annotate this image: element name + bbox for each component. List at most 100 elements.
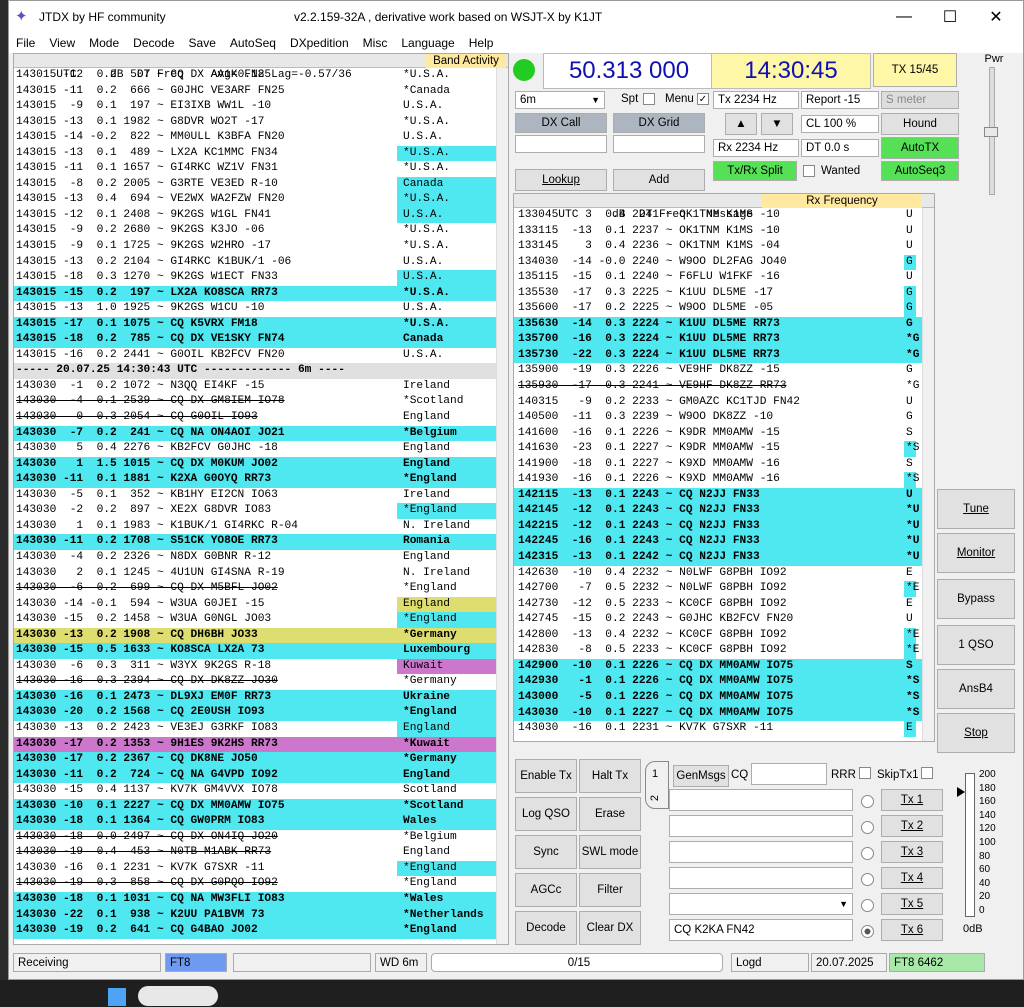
clear-dx-button[interactable]: Clear DX (579, 911, 641, 945)
autoseq-button[interactable]: AutoSeq3 (881, 161, 959, 181)
decode-row[interactable]: 143015 -11 0.1 1657 ~ GI4RKC WZ1V FN31 *U… (14, 161, 508, 177)
decode-row[interactable]: 143015 -18 0.2 785 ~ CQ DX VE1SKY FN74 Ca… (14, 332, 508, 348)
bypass-button[interactable]: Bypass (937, 579, 1015, 619)
decode-row[interactable]: 143015 -13 0.1 1982 ~ G8DVR WO2T -17 *U.S… (14, 115, 508, 131)
rx-decode-row[interactable]: 143000 -5 0.1 2226 ~ CQ DX MM0AMW IO75 *S (514, 689, 934, 706)
rx-frequency-panel[interactable]: UTC dB DT Freq Message Rx Frequency 1330… (513, 193, 935, 742)
decode-row[interactable]: 143030 -11 0.2 1708 ~ S51CK YO8OE RR73 Ro… (14, 534, 508, 550)
agcc-button[interactable]: AGCc (515, 873, 577, 907)
rx-frequency-scrollbar[interactable] (922, 208, 934, 741)
autotx-button[interactable]: AutoTX (881, 137, 959, 159)
decode-row[interactable]: 143030 -11 0.1 1881 ~ K2XA G0OYQ RR73 *En… (14, 472, 508, 488)
rx-decode-row[interactable]: 134030 -14 -0.0 2240 ~ W9OO DL2FAG JO40 G (514, 254, 934, 271)
rx-decode-row[interactable]: 142630 -10 0.4 2232 ~ N0LWF G8PBH IO92 E (514, 566, 934, 582)
tx2-radio[interactable] (861, 821, 874, 834)
decode-row[interactable]: 143015 -9 0.2 2680 ~ 9K2GS K3JO -06 *U.S.… (14, 223, 508, 239)
tx6-button[interactable]: Tx 6 (881, 919, 943, 941)
band-activity-panel[interactable]: UTC dB DT Freq Avg=0.18 Lag=-0.57/36 Ban… (13, 53, 509, 945)
genmsgs-button[interactable]: GenMsgs (673, 765, 729, 787)
dt-spin[interactable]: DT 0.0 s (801, 139, 879, 157)
wanted-checkbox[interactable] (803, 165, 815, 177)
cl-spin[interactable]: CL 100 % (801, 115, 879, 133)
tx5-button[interactable]: Tx 5 (881, 893, 943, 915)
decode-row[interactable]: 143030 0 0.3 2054 ~ CQ G0OIL IO93 England (14, 410, 508, 426)
rx-decode-row[interactable]: 142215 -12 0.1 2243 ~ CQ N2JJ FN33 *U (514, 518, 934, 535)
decode-row[interactable]: 143015 -12 0.2 507 ~ CQ DX AA1K FN25 *U.S… (14, 68, 508, 84)
decode-row[interactable]: 143030 -17 0.2 2367 ~ CQ DK8NE JO50 *Germ… (14, 752, 508, 768)
decode-row[interactable]: 143030 5 0.4 2276 ~ KB2FCV G0JHC -18 Engl… (14, 441, 508, 457)
rx-decode-row[interactable]: 133115 -13 0.1 2237 ~ OK1TNM K1MS -10 U (514, 224, 934, 240)
decode-row[interactable]: 143030 -10 0.1 2227 ~ CQ DX MM0AMW IO75 *… (14, 798, 508, 815)
rx-decode-row[interactable]: 143030 -16 0.1 2231 ~ KV7K G7SXR -11 E (514, 721, 934, 737)
rx-decode-row[interactable]: 135930 -17 0.3 2241 ~ VE9HF DK8ZZ RR73 *G (514, 379, 934, 395)
decode-row[interactable]: 143030 -2 0.2 897 ~ XE2X G8DVR IO83 *Engl… (14, 503, 508, 519)
dx-call-button[interactable]: DX Call (515, 113, 607, 133)
decode-row[interactable]: 143030 -14 -0.1 594 ~ W3UA G0JEI -15 Engl… (14, 596, 508, 613)
decode-row[interactable]: 143030 -13 0.2 1908 ~ CQ DH6BH JO33 *Germ… (14, 627, 508, 644)
rx-decode-row[interactable]: 135730 -22 0.3 2224 ~ K1UU DL5ME RR73 *G (514, 347, 934, 364)
one-qso-button[interactable]: 1 QSO (937, 625, 1015, 665)
menu-help[interactable]: Help (462, 36, 501, 50)
rx-decode-row[interactable]: 135115 -15 0.1 2240 ~ F6FLU W1FKF -16 U (514, 270, 934, 286)
decode-row[interactable]: 143030 -18 0.1 1364 ~ CQ GW0PRM IO83 Wale… (14, 814, 508, 830)
decode-row[interactable]: 143030 -19 0.3 858 ~ CQ DX G0PQO IO92 *En… (14, 876, 508, 892)
decode-row[interactable]: 143030 -16 0.3 2394 ~ CQ DX DK8ZZ JO30 *G… (14, 674, 508, 690)
tx-period-button[interactable]: TX 15/45 (873, 53, 957, 87)
decode-row[interactable]: 143030 -18 0.0 2497 ~ CQ DX ON4IQ JO20 *B… (14, 830, 508, 846)
decode-row[interactable]: 143015 -13 1.0 1925 ~ 9K2GS W1CU -10 U.S.… (14, 301, 508, 317)
minimize-icon[interactable]: — (881, 1, 927, 33)
rx-decode-row[interactable]: 135600 -17 0.2 2225 ~ W9OO DL5ME -05 G (514, 301, 934, 317)
rx-decode-row[interactable]: 140315 -9 0.2 2233 ~ GM0AZC KC1TJD FN42 U (514, 395, 934, 411)
rx-decode-row[interactable]: 133045 3 0.4 2241 ~ OK1TNM K1MS -10 U (514, 208, 934, 224)
decode-row[interactable]: 143015 -13 0.2 2104 ~ GI4RKC K1BUK/1 -06… (14, 255, 508, 271)
decode-row[interactable]: 143030 -5 0.1 352 ~ KB1HY EI2CN IO63 Irel… (14, 488, 508, 504)
decode-row[interactable]: 143030 -22 0.1 938 ~ K2UU PA1BVM 73 *Neth… (14, 907, 508, 924)
tx4-radio[interactable] (861, 873, 874, 886)
tx3-radio[interactable] (861, 847, 874, 860)
rx-frequency-list[interactable]: 133045 3 0.4 2241 ~ OK1TNM K1MS -10 U 1331… (514, 208, 934, 737)
band-select[interactable]: 6m ▼ (515, 91, 605, 109)
tx1-message[interactable] (669, 789, 853, 811)
rx-decode-row[interactable]: 143030 -10 0.1 2227 ~ CQ DX MM0AMW IO75 *… (514, 705, 934, 722)
decode-row[interactable]: 143030 -16 0.1 2473 ~ DL9XJ EM0F RR73 Ukr… (14, 689, 508, 706)
menu-file[interactable]: File (9, 36, 42, 50)
dx-call-input[interactable] (515, 135, 607, 153)
decode-row[interactable]: 143030 -16 0.1 2231 ~ KV7K G7SXR -11 *Eng… (14, 860, 508, 877)
tx3-button[interactable]: Tx 3 (881, 841, 943, 863)
rx-decode-row[interactable]: 142145 -12 0.1 2243 ~ CQ N2JJ FN33 *U (514, 503, 934, 519)
add-button[interactable]: Add (613, 169, 705, 191)
decode-row[interactable]: 143015 -9 0.1 1725 ~ 9K2GS W2HRO -17 *U.S… (14, 239, 508, 255)
rx-decode-row[interactable]: 142830 -8 0.5 2233 ~ KC0CF G8PBH IO92 *E (514, 643, 934, 659)
decode-row[interactable]: 143015 -14 -0.2 822 ~ MM0ULL K3BFA FN20 U… (14, 130, 508, 146)
decode-row[interactable]: 143015 -8 0.2 2005 ~ G3RTE VE3ED R-10 Can… (14, 176, 508, 193)
tx3-message[interactable] (669, 841, 853, 863)
decode-row[interactable]: 143015 -16 0.2 2441 ~ G0OIL KB2FCV FN20 U… (14, 348, 508, 364)
menu-save[interactable]: Save (182, 36, 223, 50)
hound-button[interactable]: Hound (881, 113, 959, 135)
rx-decode-row[interactable]: 142730 -12 0.5 2233 ~ KC0CF G8PBH IO92 E (514, 597, 934, 613)
decode-row[interactable]: 143030 -19 0.4 453 ~ N0TB M1ABK RR73 Engl… (14, 845, 508, 861)
decode-row[interactable]: 143030 -13 0.2 2423 ~ VE3EJ G3RKF IO83 En… (14, 720, 508, 737)
rx-frequency-spin[interactable]: Rx 2234 Hz (713, 139, 799, 157)
menu-mode[interactable]: Mode (82, 36, 126, 50)
tune-button[interactable]: Tune (937, 489, 1015, 529)
period-separator[interactable]: ----- 20.07.25 14:30:43 UTC ------------… (14, 363, 508, 379)
decode-row[interactable]: 143030 -18 0.1 1031 ~ CQ NA MW3FLI IO83 *… (14, 891, 508, 908)
decode-row[interactable]: 143030 -1 0.2 1072 ~ N3QQ EI4KF -15 Irela… (14, 379, 508, 395)
sync-button[interactable]: Sync (515, 835, 577, 869)
rx-decode-row[interactable]: 142245 -16 0.1 2243 ~ CQ N2JJ FN33 *U (514, 534, 934, 551)
tx2-message[interactable] (669, 815, 853, 837)
rx-decode-row[interactable]: 133145 3 0.4 2236 ~ OK1TNM K1MS -04 U (514, 239, 934, 255)
decode-row[interactable]: 143030 -4 0.2 2326 ~ N8DX G0BNR R-12 Engl… (14, 550, 508, 566)
dx-grid-input[interactable] (613, 135, 705, 153)
decode-row[interactable]: 143030 -6 0.2 699 ~ CQ DX M5BFL JO02 *Eng… (14, 581, 508, 597)
cq-input[interactable] (751, 763, 827, 785)
rx-decode-row[interactable]: 142800 -13 0.4 2232 ~ KC0CF G8PBH IO92 *E (514, 627, 934, 644)
report-spin[interactable]: Report -15 (801, 91, 879, 109)
decode-row[interactable]: 143030 -6 0.3 311 ~ W3YX 9K2GS R-18 Kuwai… (14, 658, 508, 675)
decode-row[interactable]: 143030 -19 0.2 641 ~ CQ G4BAO JO02 *Engla… (14, 923, 508, 939)
rx-decode-row[interactable]: 140500 -11 0.3 2239 ~ W9OO DK8ZZ -10 G (514, 410, 934, 426)
tx4-button[interactable]: Tx 4 (881, 867, 943, 889)
decode-row[interactable]: 143015 -9 0.1 197 ~ EI3IXB WW1L -10 U.S.A… (14, 99, 508, 115)
decode-row[interactable]: 143030 -15 0.5 1633 ~ KO8SCA LX2A 73 Luxe… (14, 643, 508, 659)
